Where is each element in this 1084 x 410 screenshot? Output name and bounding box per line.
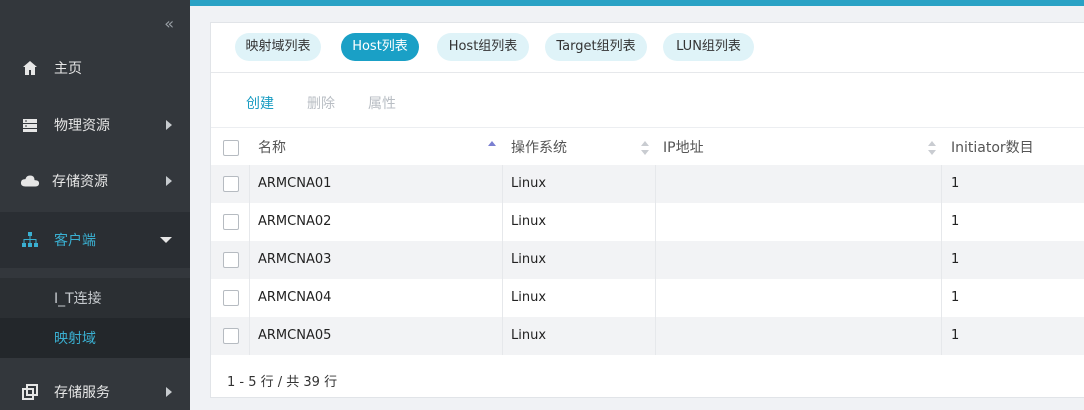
table-row[interactable]: ARMCNA05 Linux 1 bbox=[211, 317, 1084, 355]
cell-name: ARMCNA04 bbox=[258, 290, 332, 305]
cloud-icon bbox=[20, 171, 40, 191]
sitemap-icon bbox=[20, 230, 40, 250]
cell-os: Linux bbox=[511, 214, 547, 229]
sidebar-item-label: 存储服务 bbox=[54, 385, 110, 401]
chevron-right-icon bbox=[166, 387, 172, 397]
column-divider bbox=[249, 165, 250, 203]
cell-initiator-count: 1 bbox=[951, 214, 960, 229]
content-panel: 映射域列表 Host列表 Host组列表 Target组列表 LUN组列表 创建… bbox=[210, 22, 1084, 398]
cell-initiator-count: 1 bbox=[951, 290, 960, 305]
row-checkbox[interactable] bbox=[223, 176, 239, 192]
row-checkbox[interactable] bbox=[223, 328, 239, 344]
column-divider bbox=[941, 241, 942, 279]
column-header-name[interactable]: 名称 bbox=[258, 128, 286, 168]
double-chevron-left-icon[interactable]: « bbox=[164, 14, 174, 33]
sidebar-subitem-label: I_T连接 bbox=[54, 291, 102, 307]
tab-mapping-domain-list[interactable]: 映射域列表 bbox=[235, 33, 321, 61]
column-divider bbox=[502, 165, 503, 203]
sidebar-item-label: 客户端 bbox=[54, 233, 96, 249]
cell-name: ARMCNA01 bbox=[258, 176, 332, 191]
home-icon bbox=[20, 58, 40, 78]
sort-asc-icon[interactable] bbox=[488, 141, 496, 155]
pagination-summary: 1 - 5 行 / 共 39 行 bbox=[227, 375, 338, 390]
cell-name: ARMCNA02 bbox=[258, 214, 332, 229]
sidebar-subitem-mapping-domain[interactable]: 映射域 bbox=[0, 318, 190, 358]
column-divider bbox=[655, 165, 656, 203]
tab-bar: 映射域列表 Host列表 Host组列表 Target组列表 LUN组列表 bbox=[211, 23, 1084, 73]
create-button[interactable]: 创建 bbox=[246, 93, 274, 113]
column-header-os[interactable]: 操作系统 bbox=[511, 128, 567, 168]
server-icon bbox=[20, 115, 40, 135]
tab-host-list[interactable]: Host列表 bbox=[341, 33, 419, 61]
tab-lun-group-list[interactable]: LUN组列表 bbox=[663, 33, 754, 61]
cell-name: ARMCNA03 bbox=[258, 252, 332, 267]
tab-host-group-list[interactable]: Host组列表 bbox=[437, 33, 529, 61]
cell-os: Linux bbox=[511, 176, 547, 191]
cell-os: Linux bbox=[511, 290, 547, 305]
cell-name: ARMCNA05 bbox=[258, 328, 332, 343]
sidebar-item-storage-resources[interactable]: 存储资源 bbox=[0, 153, 190, 209]
copy-icon bbox=[20, 382, 40, 402]
sidebar-item-home[interactable]: 主页 bbox=[0, 40, 190, 96]
table-header: 名称 操作系统 IP地址 Initiator数目 bbox=[211, 127, 1084, 167]
table-body: ARMCNA01 Linux 1 ARMCNA02 Linux 1 ARMCNA… bbox=[211, 165, 1084, 355]
cell-initiator-count: 1 bbox=[951, 328, 960, 343]
select-all-checkbox[interactable] bbox=[223, 140, 239, 156]
sidebar-item-label: 主页 bbox=[54, 61, 82, 77]
column-divider bbox=[502, 241, 503, 279]
sidebar-subitem-label: 映射域 bbox=[54, 331, 96, 347]
sidebar-item-client[interactable]: 客户端 bbox=[0, 212, 190, 268]
row-checkbox[interactable] bbox=[223, 290, 239, 306]
column-divider bbox=[249, 241, 250, 279]
chevron-right-icon bbox=[166, 120, 172, 130]
column-divider bbox=[655, 279, 656, 317]
cell-initiator-count: 1 bbox=[951, 252, 960, 267]
column-header-ip[interactable]: IP地址 bbox=[663, 128, 704, 168]
sidebar-item-label: 物理资源 bbox=[54, 118, 110, 134]
table-row[interactable]: ARMCNA01 Linux 1 bbox=[211, 165, 1084, 203]
column-divider bbox=[655, 317, 656, 355]
column-divider bbox=[502, 203, 503, 241]
top-accent-bar bbox=[190, 0, 1084, 6]
sidebar-item-storage-services[interactable]: 存储服务 bbox=[0, 364, 190, 410]
row-checkbox[interactable] bbox=[223, 252, 239, 268]
table-row[interactable]: ARMCNA03 Linux 1 bbox=[211, 241, 1084, 279]
properties-button[interactable]: 属性 bbox=[368, 93, 396, 113]
column-divider bbox=[655, 203, 656, 241]
sort-icon[interactable] bbox=[641, 141, 649, 155]
row-checkbox[interactable] bbox=[223, 214, 239, 230]
column-divider bbox=[249, 279, 250, 317]
column-divider bbox=[655, 241, 656, 279]
delete-button[interactable]: 删除 bbox=[307, 93, 335, 113]
sort-icon[interactable] bbox=[928, 141, 936, 155]
table-row[interactable]: ARMCNA02 Linux 1 bbox=[211, 203, 1084, 241]
sidebar-subitem-it-connection[interactable]: I_T连接 bbox=[0, 278, 190, 318]
sidebar: « 主页 物理资源 存储资源 客户端 I_T连接 映射域 存储服务 bbox=[0, 0, 190, 410]
tab-target-group-list[interactable]: Target组列表 bbox=[545, 33, 647, 61]
action-bar: 创建 删除 属性 bbox=[211, 83, 1084, 123]
sidebar-item-label: 存储资源 bbox=[52, 174, 108, 190]
cell-os: Linux bbox=[511, 252, 547, 267]
cell-initiator-count: 1 bbox=[951, 176, 960, 191]
chevron-down-icon bbox=[160, 237, 172, 243]
table-row[interactable]: ARMCNA04 Linux 1 bbox=[211, 279, 1084, 317]
column-divider bbox=[502, 317, 503, 355]
column-divider bbox=[249, 317, 250, 355]
column-divider bbox=[941, 279, 942, 317]
column-divider bbox=[249, 203, 250, 241]
column-header-initiator-count[interactable]: Initiator数目 bbox=[951, 128, 1034, 168]
column-divider bbox=[941, 165, 942, 203]
cell-os: Linux bbox=[511, 328, 547, 343]
column-divider bbox=[941, 203, 942, 241]
sidebar-item-physical-resources[interactable]: 物理资源 bbox=[0, 97, 190, 153]
chevron-right-icon bbox=[166, 176, 172, 186]
column-divider bbox=[502, 279, 503, 317]
column-divider bbox=[941, 317, 942, 355]
